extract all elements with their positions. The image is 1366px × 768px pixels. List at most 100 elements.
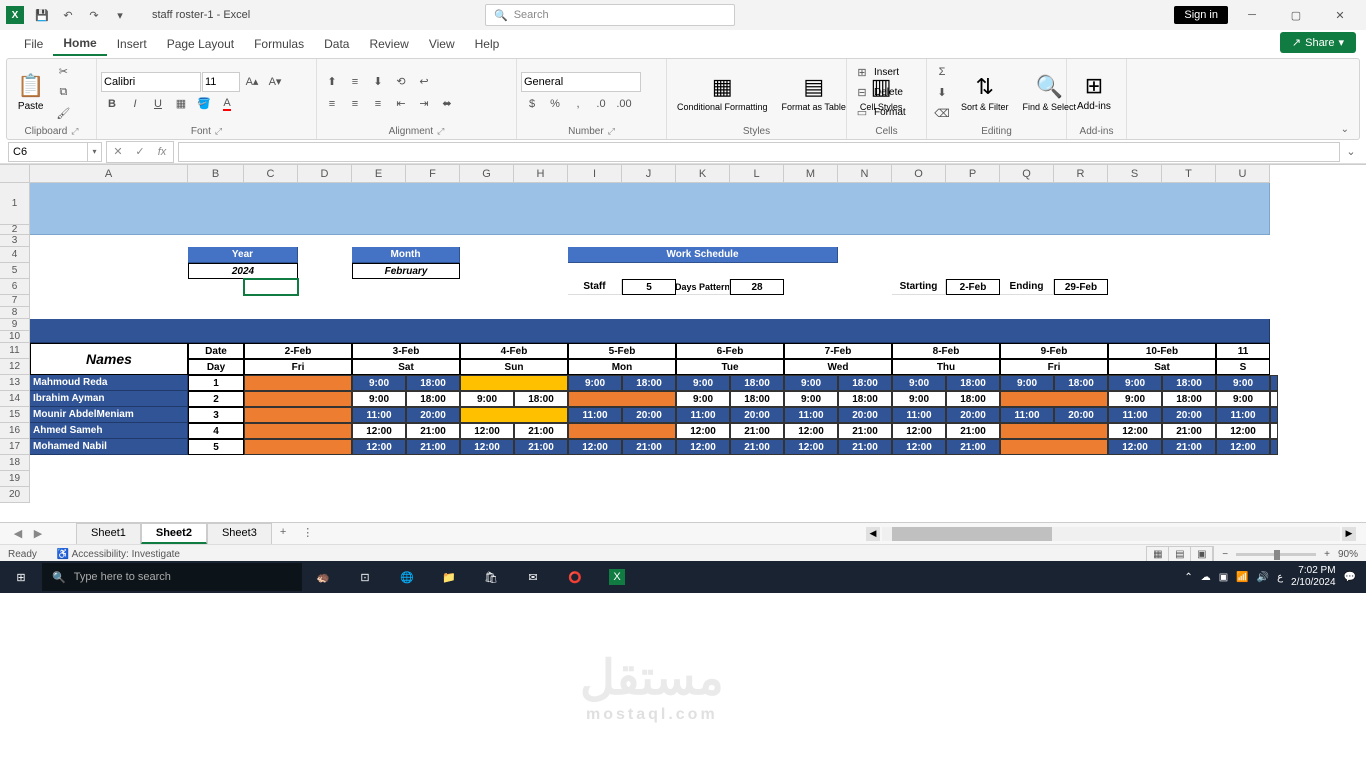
hscroll-track[interactable]	[882, 527, 1340, 541]
align-center-button[interactable]: ≡	[344, 94, 366, 114]
schedule-out[interactable]: 20:00	[946, 407, 1000, 423]
schedule-in[interactable]: 9:00	[352, 375, 406, 391]
row-header[interactable]: 15	[0, 407, 30, 423]
number-launcher[interactable]: ⤢	[608, 126, 615, 137]
schedule-in[interactable]: 11:00	[892, 407, 946, 423]
hscroll-left[interactable]: ◀	[866, 527, 880, 541]
schedule-off[interactable]	[244, 407, 352, 423]
name-box[interactable]: C6	[8, 142, 88, 162]
work-schedule-header[interactable]: Work Schedule	[568, 247, 838, 263]
column-header[interactable]: I	[568, 165, 622, 183]
decrease-decimal-button[interactable]: .00	[613, 94, 635, 114]
spreadsheet-grid[interactable]: ABCDEFGHIJKLMNOPQRSTU 123456789101112131…	[0, 164, 1366, 522]
paste-button[interactable]: 📋 Paste	[11, 71, 50, 114]
schedule-out[interactable]: 18:00	[1162, 391, 1216, 407]
tab-formulas[interactable]: Formulas	[244, 33, 314, 55]
year-value[interactable]: 2024	[188, 263, 298, 279]
schedule-out[interactable]: 18:00	[838, 391, 892, 407]
day-cell[interactable]: Sun	[460, 359, 568, 375]
zoom-out-button[interactable]: −	[1222, 549, 1228, 560]
schedule-in[interactable]: 12:00	[784, 439, 838, 455]
schedule-in[interactable]: 9:00	[892, 375, 946, 391]
column-header[interactable]: F	[406, 165, 460, 183]
row-header[interactable]: 18	[0, 455, 30, 471]
starting-label[interactable]: Starting	[892, 279, 946, 295]
schedule-out[interactable]: 18:00	[730, 375, 784, 391]
column-header[interactable]: N	[838, 165, 892, 183]
day-cell[interactable]: Sat	[1108, 359, 1216, 375]
wifi-icon[interactable]: 📶	[1236, 572, 1248, 583]
wrap-text-button[interactable]: ↩	[413, 72, 435, 92]
column-header[interactable]: M	[784, 165, 838, 183]
tab-file[interactable]: File	[14, 33, 53, 55]
addins-button[interactable]: ⊞Add-ins	[1071, 71, 1117, 114]
schedule-out[interactable]	[1270, 407, 1278, 423]
schedule-out[interactable]	[1270, 423, 1278, 439]
hscroll-right[interactable]: ▶	[1342, 527, 1356, 541]
zoom-thumb[interactable]	[1274, 550, 1280, 560]
schedule-out[interactable]: 18:00	[946, 375, 1000, 391]
sheet-tab-2[interactable]: Sheet2	[141, 523, 207, 544]
format-cells-button[interactable]: ▭	[851, 103, 873, 123]
schedule-out[interactable]: 21:00	[622, 439, 676, 455]
column-header[interactable]: A	[30, 165, 188, 183]
schedule-out[interactable]: 20:00	[622, 407, 676, 423]
row-header[interactable]: 11	[0, 343, 30, 359]
schedule-in[interactable]: 9:00	[784, 391, 838, 407]
store-icon[interactable]: 🛍	[470, 561, 512, 593]
schedule-out[interactable]: 21:00	[1162, 439, 1216, 455]
schedule-out[interactable]: 21:00	[406, 439, 460, 455]
close-button[interactable]: ✕	[1320, 1, 1360, 29]
tray-chevron-icon[interactable]: ⌃	[1184, 572, 1192, 583]
sheet-nav-next[interactable]: ▶	[30, 526, 46, 542]
fill-button[interactable]: ⬇	[931, 83, 953, 103]
sheet-nav-prev[interactable]: ◀	[10, 526, 26, 542]
column-header[interactable]: Q	[1000, 165, 1054, 183]
staff-label[interactable]: Staff	[568, 279, 622, 295]
date-cell[interactable]: 7-Feb	[784, 343, 892, 359]
schedule-in[interactable]: 12:00	[352, 439, 406, 455]
schedule-in[interactable]: 12:00	[1216, 439, 1270, 455]
volume-icon[interactable]: 🔊	[1257, 572, 1269, 583]
onedrive-icon[interactable]: ☁	[1201, 572, 1211, 583]
day-cell[interactable]: Mon	[568, 359, 676, 375]
ending-label[interactable]: Ending	[1000, 279, 1054, 295]
schedule-in[interactable]: 11:00	[568, 407, 622, 423]
share-button[interactable]: ↗ Share ▾	[1280, 32, 1356, 53]
schedule-in[interactable]: 12:00	[784, 423, 838, 439]
date-cell[interactable]: 4-Feb	[460, 343, 568, 359]
staff-name[interactable]: Mohamed Nabil	[30, 439, 188, 455]
column-header[interactable]: E	[352, 165, 406, 183]
schedule-in[interactable]: 11:00	[676, 407, 730, 423]
comma-button[interactable]: ,	[567, 94, 589, 114]
day-header[interactable]: Day	[188, 359, 244, 375]
underline-button[interactable]: U	[147, 94, 169, 114]
schedule-in[interactable]: 12:00	[676, 439, 730, 455]
schedule-in[interactable]: 9:00	[676, 391, 730, 407]
row-header[interactable]: 2	[0, 225, 30, 235]
date-cell[interactable]: 5-Feb	[568, 343, 676, 359]
tab-data[interactable]: Data	[314, 33, 359, 55]
column-header[interactable]: C	[244, 165, 298, 183]
schedule-out[interactable]: 21:00	[946, 423, 1000, 439]
format-painter-button[interactable]: 🖌	[52, 104, 74, 124]
increase-indent-button[interactable]: ⇥	[413, 94, 435, 114]
column-header[interactable]: U	[1216, 165, 1270, 183]
row-header[interactable]: 5	[0, 263, 30, 279]
schedule-out[interactable]: 20:00	[1054, 407, 1108, 423]
schedule-in[interactable]: 11:00	[352, 407, 406, 423]
column-header[interactable]: J	[622, 165, 676, 183]
cancel-formula-button[interactable]: ✕	[107, 142, 129, 162]
row-header[interactable]: 8	[0, 307, 30, 319]
schedule-in[interactable]: 12:00	[892, 439, 946, 455]
schedule-off[interactable]	[568, 423, 676, 439]
schedule-in[interactable]: 9:00	[1108, 375, 1162, 391]
merge-button[interactable]: ⬌	[436, 94, 458, 114]
cut-button[interactable]: ✂	[52, 62, 74, 82]
qat-customize-icon[interactable]: ▾	[108, 3, 132, 27]
schedule-in[interactable]: 11:00	[784, 407, 838, 423]
language-icon[interactable]: ع	[1277, 572, 1283, 583]
column-header[interactable]: K	[676, 165, 730, 183]
insert-function-button[interactable]: fx	[151, 142, 173, 162]
explorer-icon[interactable]: 📁	[428, 561, 470, 593]
